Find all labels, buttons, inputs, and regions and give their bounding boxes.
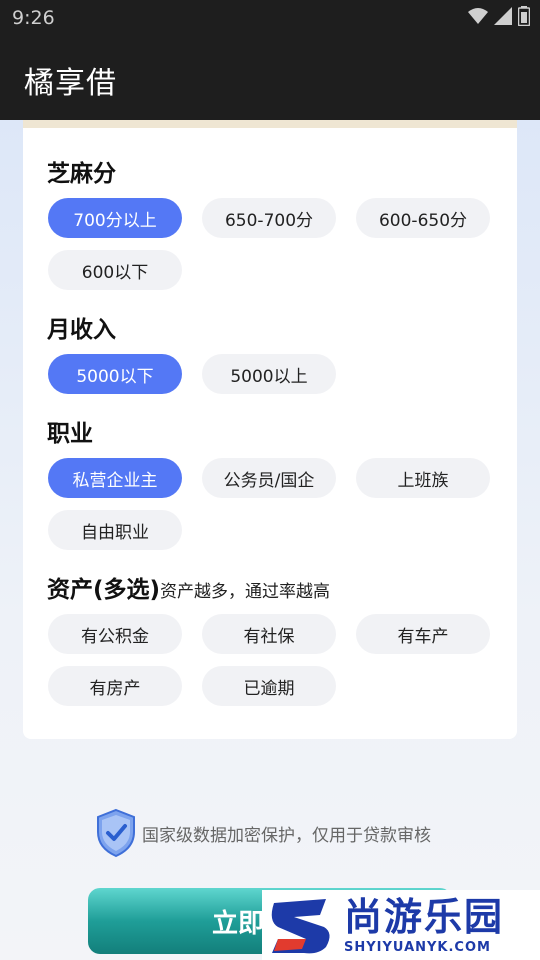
security-text: 国家级数据加密保护，仅用于贷款审核: [142, 825, 431, 846]
status-time: 9:26: [12, 7, 55, 29]
signal-icon: [494, 7, 512, 25]
status-icons: [468, 6, 530, 26]
asset-option-social-security[interactable]: 有社保: [202, 614, 336, 654]
filter-card: 芝麻分 700分以上 650-700分 600-650分 600以下 月收入 5…: [23, 120, 517, 739]
status-bar: 9:26: [0, 0, 540, 38]
watermark-text: 尚游乐园 SHYIYUANYK.COM: [344, 896, 504, 955]
job-option-private-business[interactable]: 私营企业主: [48, 458, 182, 498]
wifi-icon: [468, 8, 488, 24]
watermark-url: SHYIYUANYK.COM: [344, 939, 491, 955]
income-option-below-5000[interactable]: 5000以下: [48, 354, 182, 394]
asset-option-overdue[interactable]: 已逾期: [202, 666, 336, 706]
income-section-title: 月收入: [47, 317, 116, 343]
apply-now-label: 立即: [212, 908, 265, 939]
watermark-brand: 尚游乐园: [344, 894, 505, 939]
asset-option-car[interactable]: 有车产: [356, 614, 490, 654]
assets-title-text: 资产(多选): [47, 577, 161, 603]
watermark-logo-icon: [271, 899, 330, 954]
job-option-civil-servant[interactable]: 公务员/国企: [202, 458, 336, 498]
credit-option-650-700[interactable]: 650-700分: [202, 198, 336, 238]
battery-icon: [518, 6, 530, 26]
credit-option-below-600[interactable]: 600以下: [48, 250, 182, 290]
app-bar: 橘享借: [0, 38, 540, 120]
asset-option-house[interactable]: 有房产: [48, 666, 182, 706]
app-title: 橘享借: [24, 66, 117, 101]
credit-option-700-plus[interactable]: 700分以上: [48, 198, 182, 238]
asset-option-housing-fund[interactable]: 有公积金: [48, 614, 182, 654]
income-option-above-5000[interactable]: 5000以上: [202, 354, 336, 394]
job-option-freelancer[interactable]: 自由职业: [48, 510, 182, 550]
watermark: 尚游乐园 SHYIYUANYK.COM: [262, 890, 540, 960]
assets-subtitle: 资产越多，通过率越高: [160, 582, 331, 602]
assets-section-title: 资产(多选)资产越多，通过率越高: [47, 570, 330, 604]
security-notice: 国家级数据加密保护，仅用于贷款审核: [94, 808, 431, 858]
credit-section-title: 芝麻分: [47, 161, 116, 187]
job-option-office-worker[interactable]: 上班族: [356, 458, 490, 498]
shield-check-icon: [97, 808, 135, 858]
job-section-title: 职业: [47, 421, 93, 447]
card-top-border: [23, 120, 517, 128]
credit-option-600-650[interactable]: 600-650分: [356, 198, 490, 238]
